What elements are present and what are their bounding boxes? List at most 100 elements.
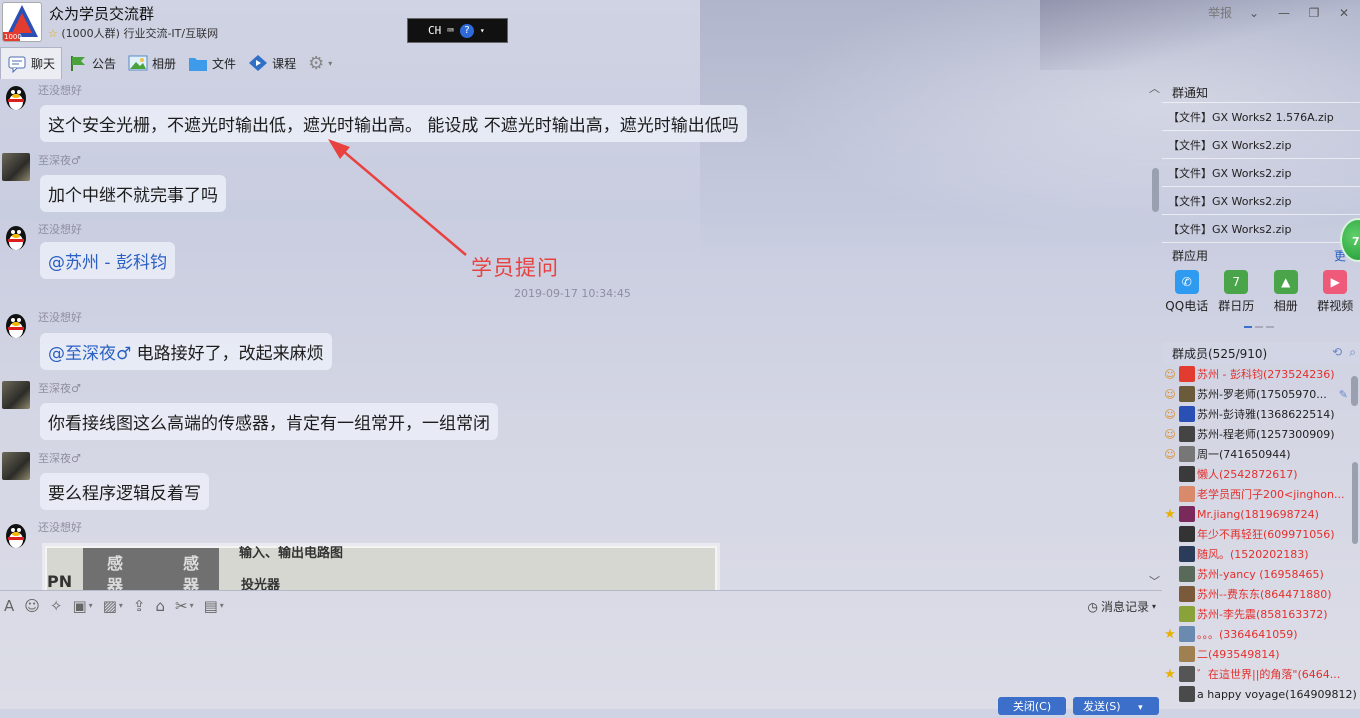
refresh-icon[interactable]: ⟲ — [1332, 345, 1342, 359]
edit-icon[interactable]: ✎ — [1339, 388, 1348, 401]
member-row[interactable]: 懒人(2542872617) — [1162, 464, 1360, 484]
avatar — [1179, 626, 1195, 642]
member-row[interactable]: ★ 。。。(3364641059) — [1162, 624, 1360, 644]
avatar[interactable] — [2, 83, 30, 111]
member-row[interactable]: a happy voyage(164909812) — [1162, 684, 1360, 704]
member-name: 老学员西门子200<jinghon... — [1197, 488, 1345, 501]
member-list[interactable]: ☺ 苏州 - 彭科钧(273524236) ☺ 苏州-罗老师(17505970... ✎… — [1162, 364, 1360, 709]
member-row[interactable]: 随风。(1520202183) — [1162, 544, 1360, 564]
member-scrollbar[interactable] — [1351, 376, 1358, 406]
member-row[interactable]: ★ ゛在這世界||的角落"(6464... — [1162, 664, 1360, 684]
message-image[interactable]: PN 感 感 器 器 投光器 输入、输出电路图 — [42, 543, 720, 590]
member-row[interactable]: ☺ 周一(741650944) — [1162, 444, 1360, 464]
app-video[interactable]: ▶ 群视频 — [1311, 270, 1359, 320]
image-icon[interactable]: ▨ ▾ — [103, 597, 123, 615]
scissors-icon[interactable]: ✂ ▾ — [175, 597, 194, 615]
scroll-up-icon[interactable]: ︿ — [1149, 80, 1160, 96]
star-icon: ★ — [1164, 506, 1176, 522]
gift-icon[interactable]: ⌂ — [155, 597, 165, 615]
mention-link[interactable]: @至深夜♂ — [48, 344, 131, 364]
member-row[interactable]: ☺ 苏州 - 彭科钧(273524236) — [1162, 364, 1360, 384]
member-row[interactable]: 老学员西门子200<jinghon... — [1162, 484, 1360, 504]
member-row[interactable]: 二(493549814) — [1162, 644, 1360, 664]
tab-chat-label: 聊天 — [31, 57, 56, 71]
notice-item[interactable]: 【文件】GX Works2.zip — [1168, 165, 1291, 181]
tab-chat[interactable]: 聊天 — [0, 47, 63, 79]
message-input[interactable] — [0, 620, 1162, 700]
ime-toolbar[interactable]: CH ⌨ ? ▾ — [407, 18, 508, 43]
member-row[interactable]: ★ Mr.jiang(1819698724) — [1162, 504, 1360, 524]
group-logo[interactable]: 1000 — [2, 2, 42, 42]
tab-course[interactable]: 课程 — [242, 47, 302, 79]
sender-name: 至深夜♂ — [38, 382, 81, 395]
member-name: 苏州 - 彭科钧(273524236) — [1197, 368, 1335, 381]
app-pager[interactable] — [1244, 326, 1274, 328]
screen-shake-icon[interactable]: ▤ ▾ — [204, 597, 224, 615]
emoji-icon[interactable]: ☺ — [24, 597, 40, 615]
avatar[interactable] — [2, 311, 30, 339]
chat-area[interactable]: 还没想好 这个安全光栅，不遮光时输出低，遮光时输出高。 能设成 不遮光时输出高，… — [0, 80, 1162, 590]
magic-wand-icon[interactable]: ✧ — [50, 597, 63, 615]
message-bubble[interactable]: @苏州 - 彭科钧 — [40, 242, 175, 279]
notice-item[interactable]: 【文件】GX Works2.zip — [1168, 221, 1291, 237]
member-row[interactable]: 苏州-yancy (16958465) — [1162, 564, 1360, 584]
window-controls: 举报 ⌄ — ❐ ✕ — [1208, 4, 1352, 21]
help-icon[interactable]: ? — [459, 23, 474, 38]
tab-notice[interactable]: 公告 — [62, 47, 122, 79]
app-calendar[interactable]: 7 群日历 — [1212, 270, 1260, 320]
notice-item[interactable]: 【文件】GX Works2.zip — [1168, 137, 1291, 153]
chevron-down-icon[interactable]: ▾ — [1138, 703, 1143, 713]
avatar[interactable] — [2, 521, 30, 549]
restore-icon[interactable]: ❐ — [1306, 6, 1322, 20]
message-bubble[interactable]: 加个中继不就完事了吗 — [40, 175, 226, 212]
send-button[interactable]: 发送(S) ▾ — [1073, 697, 1159, 715]
members-header: 群成员(525/910) ⟲ ⌕ — [1162, 342, 1360, 364]
app-album[interactable]: ▲ 相册 — [1262, 270, 1310, 320]
message-bubble[interactable]: 你看接线图这么高端的传感器，肯定有一组常开，一组常闭 — [40, 403, 498, 440]
avatar[interactable] — [2, 223, 30, 251]
member-row[interactable]: 苏州--费东东(864471880) — [1162, 584, 1360, 604]
chat-scrollbar[interactable] — [1152, 168, 1159, 212]
photo-icon: ▲ — [1273, 270, 1298, 294]
member-row[interactable]: ☺ 苏州-程老师(1257300909) — [1162, 424, 1360, 444]
clock-icon: ◷ — [1087, 599, 1098, 614]
settings-button[interactable]: ⚙ ▾ — [302, 47, 338, 79]
mention-link[interactable]: @苏州 - 彭科钧 — [48, 253, 167, 273]
keyboard-icon[interactable]: ⌨ — [447, 24, 454, 37]
font-icon[interactable]: A — [4, 597, 14, 615]
avatar[interactable] — [2, 381, 30, 409]
chevron-down-icon[interactable]: ⌄ — [1246, 6, 1262, 20]
minimize-icon[interactable]: — — [1276, 6, 1292, 20]
notice-item[interactable]: 【文件】GX Works2.zip — [1168, 193, 1291, 209]
gif-icon[interactable]: ▣ ▾ — [72, 597, 92, 615]
notice-item[interactable]: 【文件】GX Works2 1.576A.zip — [1168, 109, 1334, 125]
message-bubble[interactable]: @至深夜♂ 电路接好了，改起来麻烦 — [40, 333, 332, 370]
ime-lang[interactable]: CH — [428, 24, 441, 37]
close-button[interactable]: 关闭(C) — [998, 697, 1066, 715]
member-row[interactable]: 苏州-李先震(858163372) — [1162, 604, 1360, 624]
sender-name: 至深夜♂ — [38, 452, 81, 465]
member-row[interactable]: ☺ 苏州-罗老师(17505970... ✎ — [1162, 384, 1360, 404]
report-link[interactable]: 举报 — [1208, 4, 1232, 21]
image-text: 输入、输出电路图 — [239, 546, 344, 561]
app-qq-call[interactable]: ✆ QQ电话 — [1163, 270, 1211, 320]
avatar[interactable] — [2, 153, 30, 181]
member-scrollbar-thumb[interactable] — [1352, 462, 1358, 544]
message-history-button[interactable]: ◷ 消息记录 ▾ — [1087, 598, 1156, 615]
role-placeholder — [1162, 586, 1178, 602]
folder-icon — [189, 58, 208, 71]
search-icon[interactable]: ⌕ — [1349, 345, 1356, 360]
member-row[interactable]: 年少不再轻狂(609971056) — [1162, 524, 1360, 544]
group-info: ☆ (1000人群) 行业交流-IT/互联网 — [48, 25, 218, 41]
scroll-down-icon[interactable]: ﹀ — [1149, 573, 1160, 589]
member-row[interactable]: ☺ 苏州-彭诗雅(1368622514) — [1162, 404, 1360, 424]
avatar[interactable] — [2, 452, 30, 480]
upload-icon[interactable]: ⇪ — [133, 597, 146, 615]
ime-menu-icon[interactable]: ▾ — [480, 26, 485, 35]
role-placeholder — [1162, 566, 1178, 582]
admin-icon: ☺ — [1164, 367, 1176, 381]
message-bubble[interactable]: 要么程序逻辑反着写 — [40, 473, 209, 510]
tab-files[interactable]: 文件 — [182, 47, 242, 79]
tab-album[interactable]: 相册 — [122, 47, 182, 79]
close-icon[interactable]: ✕ — [1336, 6, 1352, 20]
